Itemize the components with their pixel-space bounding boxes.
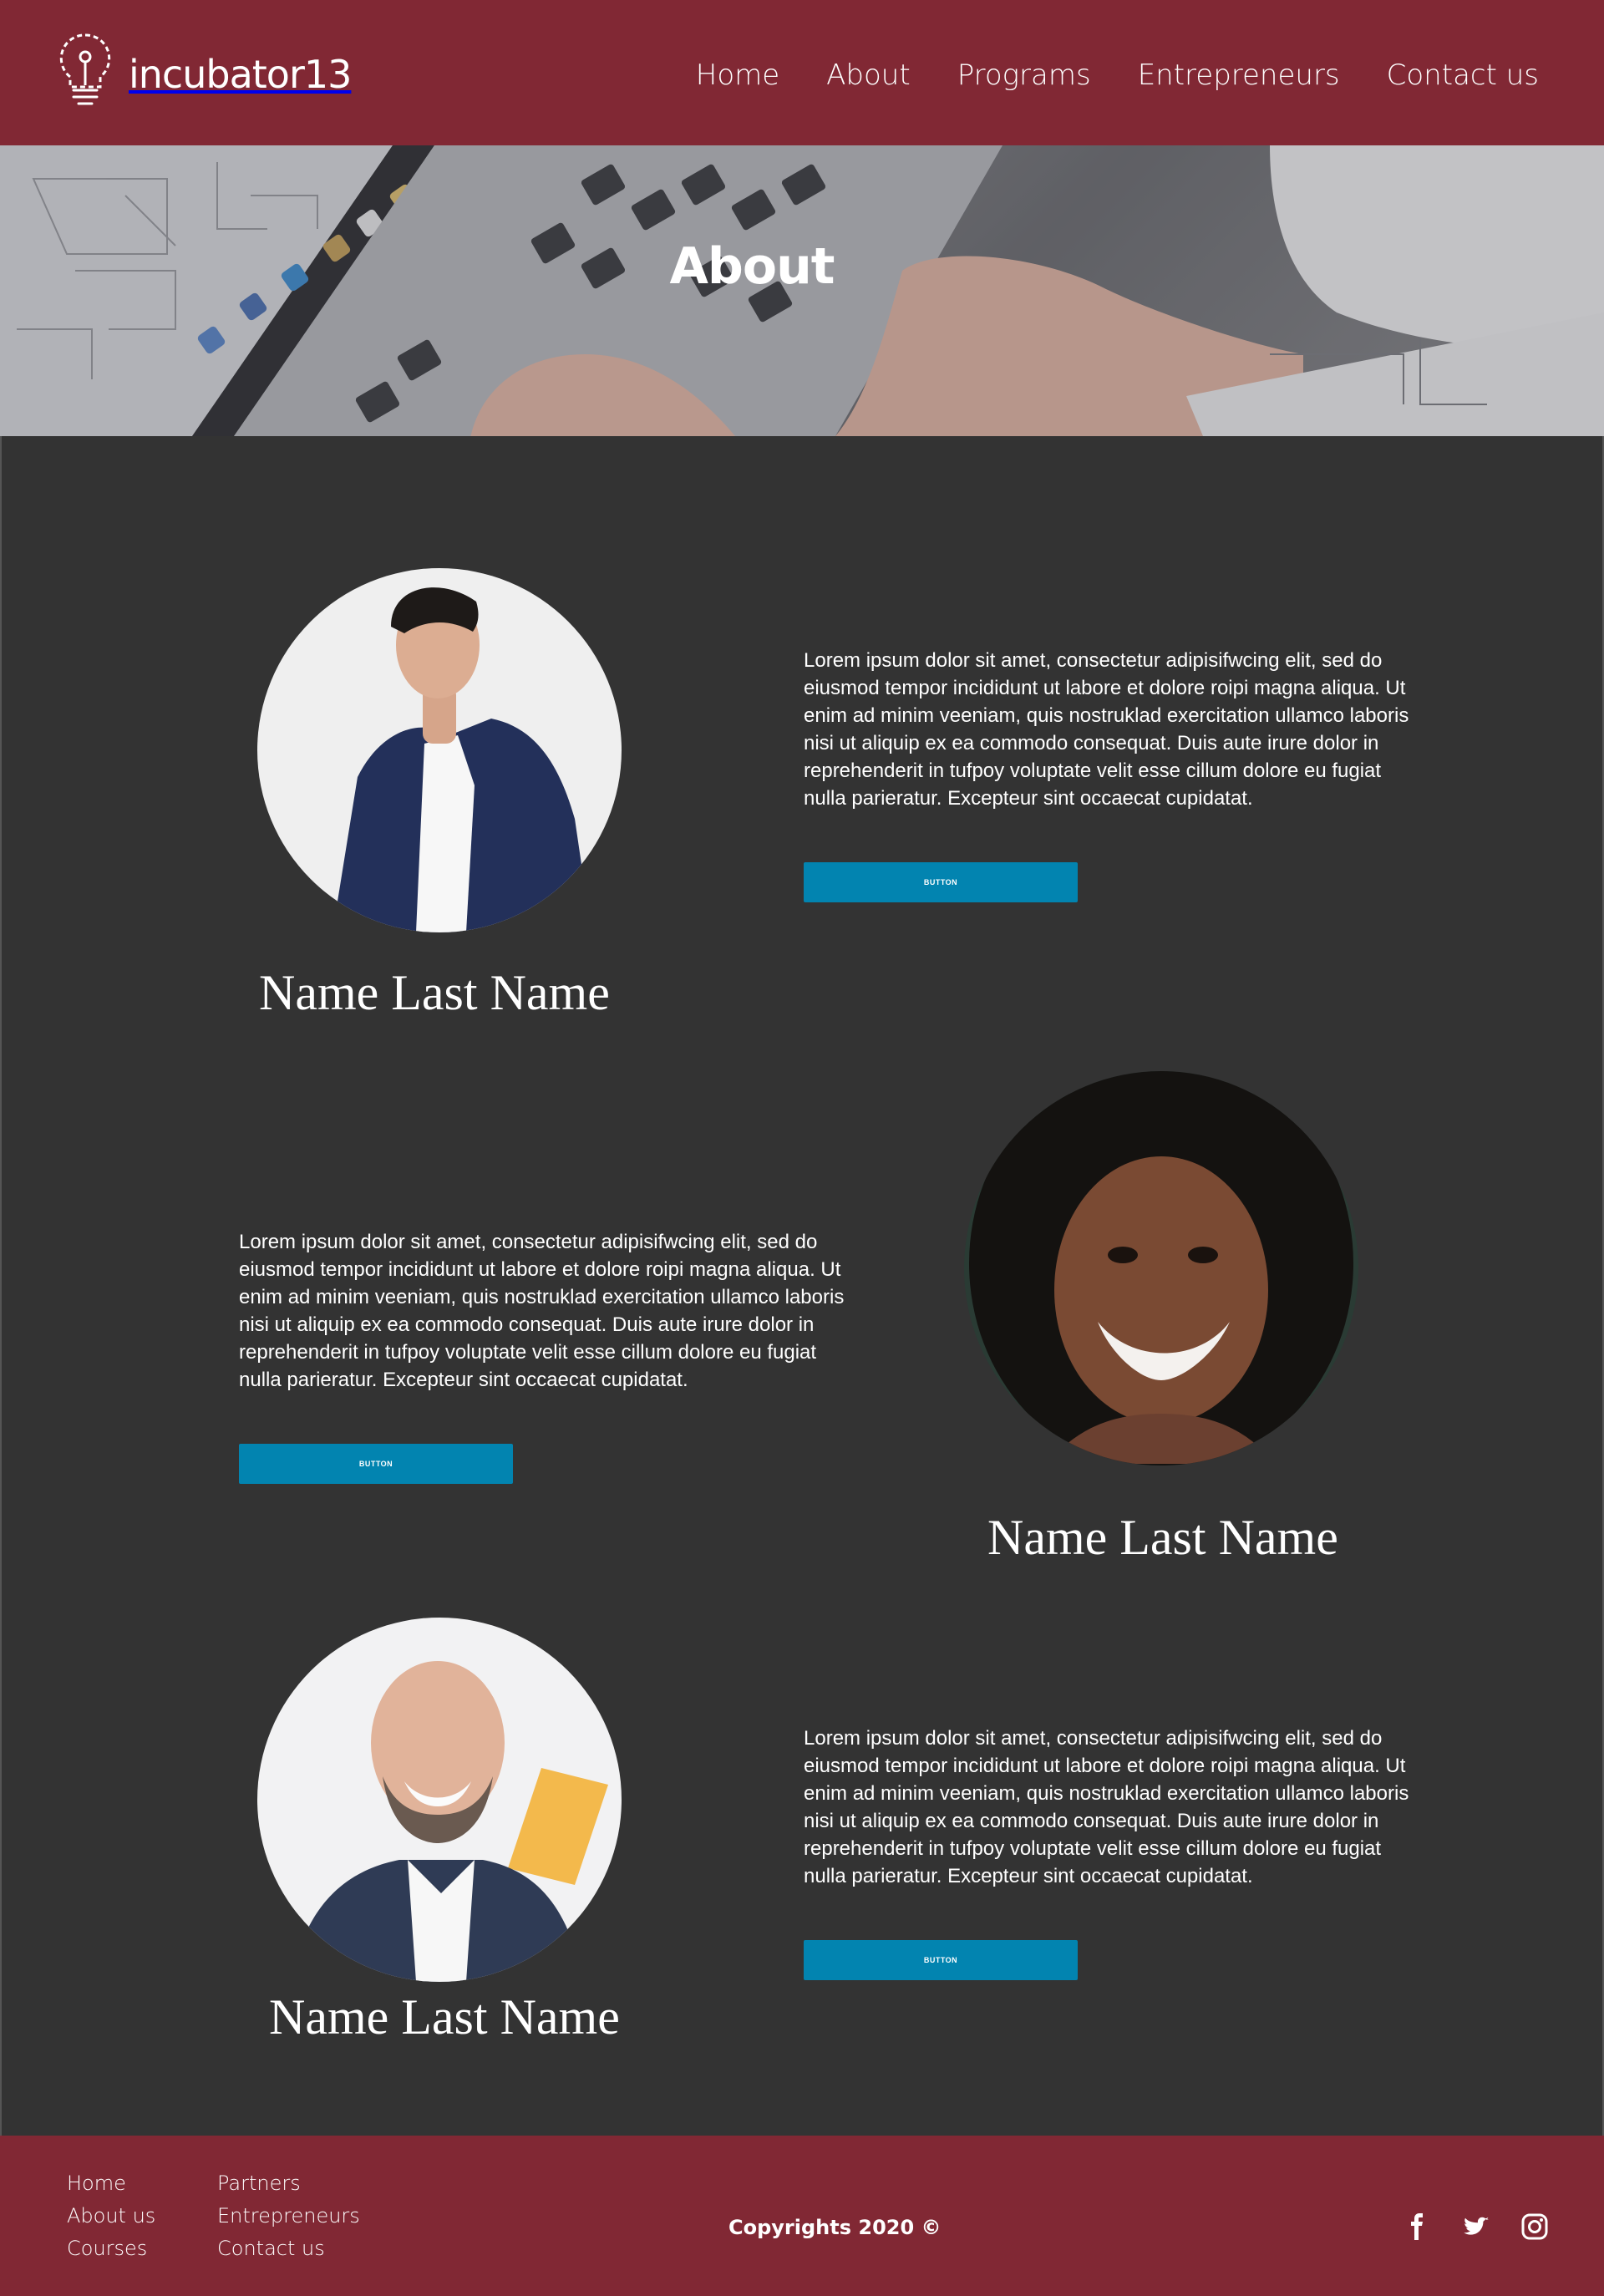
member-1-button[interactable]: BUTTON xyxy=(804,862,1078,902)
member-1-bio: Lorem ipsum dolor sit amet, consectetur … xyxy=(804,649,1409,810)
member-3-name: Name Last Name xyxy=(269,1989,620,2045)
nav-programs[interactable]: Programs xyxy=(957,58,1091,92)
footer-link-home[interactable]: Home xyxy=(67,2171,155,2197)
hero-banner: About xyxy=(0,145,1604,436)
footer-links-col-1: Home About us Courses xyxy=(67,2171,155,2262)
twitter-icon[interactable] xyxy=(1462,2212,1490,2241)
about-section: Name Last Name Lorem ipsum dolor sit ame… xyxy=(0,436,1604,2136)
member-3-button[interactable]: BUTTON xyxy=(804,1940,1078,1980)
footer-link-entrepreneurs[interactable]: Entrepreneurs xyxy=(217,2203,360,2229)
member-2-name: Name Last Name xyxy=(987,1510,1338,1565)
lightbulb-icon xyxy=(59,33,111,105)
copyright-text: Copyrights 2020 © xyxy=(728,2216,942,2239)
member-2-button[interactable]: BUTTON xyxy=(239,1444,513,1484)
facebook-icon[interactable] xyxy=(1404,2212,1432,2241)
brand-name: incubator13 xyxy=(129,52,352,97)
nav-entrepreneurs[interactable]: Entrepreneurs xyxy=(1138,58,1340,92)
member-1-name: Name Last Name xyxy=(259,965,610,1020)
social-links xyxy=(1404,2212,1549,2241)
member-3-photo xyxy=(257,1618,622,1982)
instagram-icon[interactable] xyxy=(1520,2212,1549,2241)
footer-link-courses[interactable]: Courses xyxy=(67,2236,155,2262)
member-3-bio: Lorem ipsum dolor sit amet, consectetur … xyxy=(804,1727,1409,1887)
footer-links-col-2: Partners Entrepreneurs Contact us xyxy=(217,2171,360,2262)
nav-contact-us[interactable]: Contact us xyxy=(1387,58,1539,92)
footer-link-contact-us[interactable]: Contact us xyxy=(217,2236,360,2262)
member-2-photo xyxy=(964,1071,1358,1465)
member-2-bio: Lorem ipsum dolor sit amet, consectetur … xyxy=(239,1231,845,1391)
nav-home[interactable]: Home xyxy=(696,58,779,92)
site-footer: Home About us Courses Partners Entrepren… xyxy=(0,2136,1604,2296)
site-header: incubator13 Home About Programs Entrepre… xyxy=(0,0,1604,145)
member-1-photo xyxy=(257,568,622,932)
brand-logo[interactable]: incubator13 xyxy=(55,30,352,114)
page-title: About xyxy=(669,237,835,296)
nav-about[interactable]: About xyxy=(826,58,911,92)
main-nav: Home About Programs Entrepreneurs Contac… xyxy=(696,58,1539,92)
footer-link-about-us[interactable]: About us xyxy=(67,2203,155,2229)
footer-link-partners[interactable]: Partners xyxy=(217,2171,360,2197)
